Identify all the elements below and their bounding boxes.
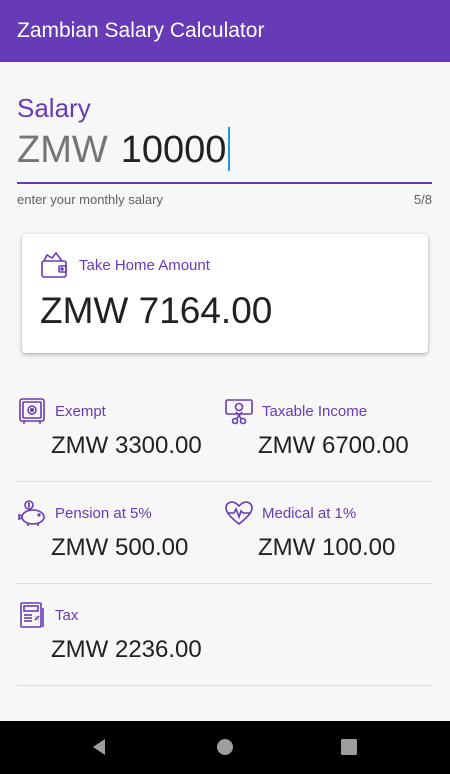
safe-icon <box>17 396 47 426</box>
medical-title: Medical at 1% <box>262 504 357 522</box>
app-bar: Zambian Salary Calculator <box>0 0 450 62</box>
taxable-income-value: ZMW 6700.00 <box>258 432 409 459</box>
helper-row: enter your monthly salary 5/8 <box>17 192 432 207</box>
system-nav-bar <box>0 721 450 774</box>
take-home-value: ZMW 7164.00 <box>40 290 273 331</box>
money-cut-icon <box>224 396 254 426</box>
heartbeat-icon <box>224 498 254 528</box>
breakdown-row: Exempt ZMW 3300.00 Taxable Income ZMW 67… <box>17 380 432 482</box>
pension-value: ZMW 500.00 <box>51 534 189 561</box>
taxable-income-cell: Taxable Income ZMW 6700.00 <box>224 380 424 480</box>
exempt-title: Exempt <box>55 402 106 420</box>
salary-field[interactable]: Salary ZMW 10000 <box>17 92 432 174</box>
take-home-card: Take Home Amount ZMW 7164.00 <box>22 234 428 353</box>
wallet-icon <box>39 250 69 280</box>
breakdown-row: Pension at 5% ZMW 500.00 Medical at 1% Z… <box>17 482 432 584</box>
currency-prefix: ZMW <box>17 129 108 171</box>
back-icon[interactable] <box>88 735 112 759</box>
taxable-income-title: Taxable Income <box>262 402 368 420</box>
character-counter: 5/8 <box>413 192 432 207</box>
piggy-bank-icon <box>17 498 47 528</box>
take-home-title: Take Home Amount <box>79 256 210 274</box>
pension-title: Pension at 5% <box>55 504 152 522</box>
salary-value[interactable]: 10000 <box>121 126 227 174</box>
text-caret <box>228 127 231 171</box>
medical-value: ZMW 100.00 <box>258 534 396 561</box>
input-underline <box>17 182 432 184</box>
pension-cell: Pension at 5% ZMW 500.00 <box>17 482 217 582</box>
helper-text: enter your monthly salary <box>17 192 163 207</box>
exempt-value: ZMW 3300.00 <box>51 432 202 459</box>
home-icon[interactable] <box>213 735 237 759</box>
medical-cell: Medical at 1% ZMW 100.00 <box>224 482 424 582</box>
breakdown-row: Tax ZMW 2236.00 <box>17 584 432 686</box>
tax-cell: Tax ZMW 2236.00 <box>17 584 217 684</box>
app-title: Zambian Salary Calculator <box>17 19 265 42</box>
recents-icon[interactable] <box>337 735 361 759</box>
tax-document-icon <box>17 600 47 630</box>
tax-title: Tax <box>55 606 79 624</box>
tax-value: ZMW 2236.00 <box>51 636 202 663</box>
take-home-header: Take Home Amount <box>39 250 210 280</box>
salary-label: Salary <box>17 93 91 123</box>
salary-input[interactable]: ZMW 10000 <box>17 124 432 174</box>
exempt-cell: Exempt ZMW 3300.00 <box>17 380 217 480</box>
